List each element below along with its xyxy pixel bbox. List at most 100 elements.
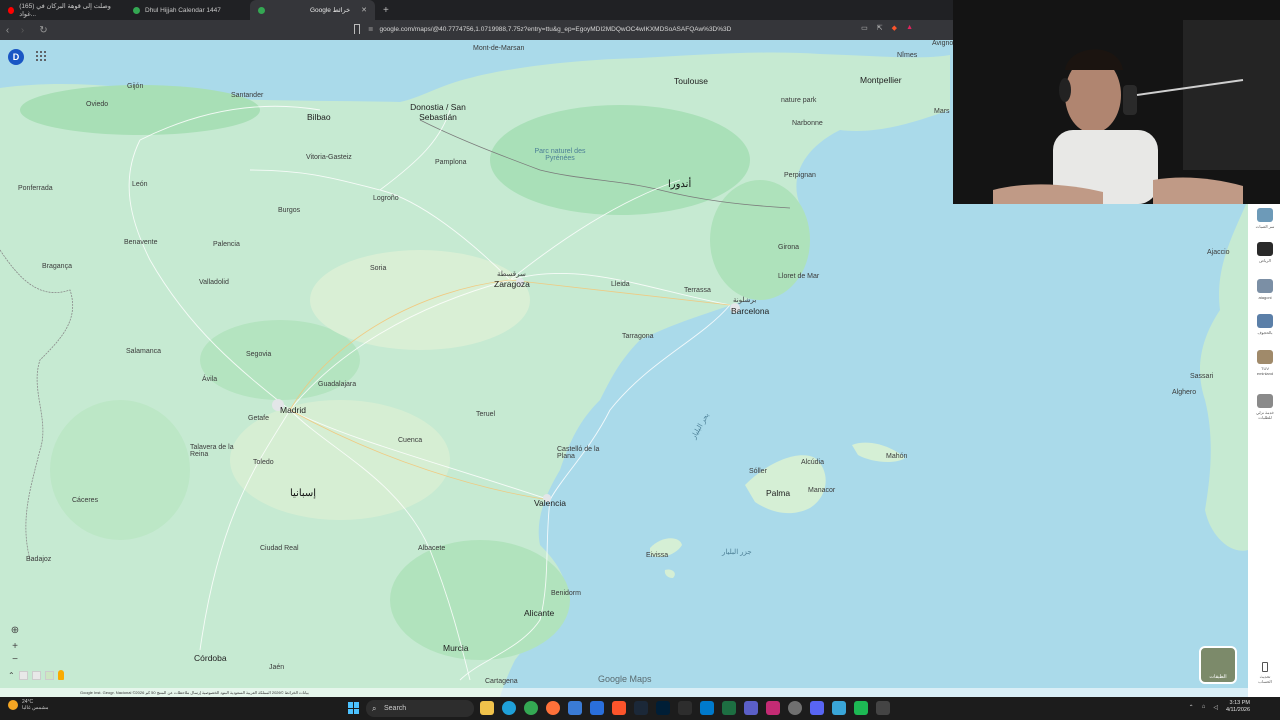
map-label[interactable]: Vitoria-Gasteiz [306,154,352,161]
side-panel-item[interactable]: atagoni [1254,279,1276,300]
map-label[interactable]: Mars [934,108,950,115]
map-label[interactable]: Albacete [418,545,445,552]
update-account-link[interactable]: تحديث الحساب [1254,662,1276,684]
map-label[interactable]: Toulouse [674,76,708,86]
excel-icon[interactable] [722,701,736,715]
map-label[interactable]: Badajoz [26,556,51,563]
map-label[interactable]: Tarragona [622,333,654,340]
teams-icon[interactable] [744,701,758,715]
map-label[interactable]: Cáceres [72,497,98,504]
weather-widget[interactable]: 24°C مشمس غالبا [8,699,49,711]
brave-shield-icon[interactable]: ◆ [892,24,897,32]
app-icon[interactable] [876,701,890,715]
map-label[interactable]: Guadalajara [318,381,356,388]
steam-icon[interactable] [634,701,648,715]
mail-icon[interactable] [590,701,604,715]
map-label[interactable]: Mahón [886,453,907,460]
map-label[interactable]: Nîmes [897,52,917,59]
side-panel-item[interactable]: سر الصبات [1254,208,1276,229]
map-label[interactable]: Soria [370,265,386,272]
side-panel-item[interactable]: TUV eminland [1254,350,1276,376]
map-label[interactable]: جزر البليار [722,548,752,556]
map-label[interactable]: Montpellier [860,75,902,85]
tab-calendar[interactable]: Dhul Hijjah Calendar 1447 [125,0,250,20]
traffic-layer-icon[interactable] [31,670,41,680]
map-label[interactable]: Segovia [246,351,271,358]
file-explorer-icon[interactable] [480,701,494,715]
map-label[interactable]: إسبانيا [290,488,316,499]
terminal-icon[interactable] [678,701,692,715]
expand-icon[interactable]: ⌃ [8,671,15,680]
map-label[interactable]: Parc naturel des Pyrénées [530,148,590,162]
brave-icon[interactable] [612,701,626,715]
layers-button[interactable]: الطبقات [1199,646,1237,684]
my-location-icon[interactable]: ⊕ [8,624,22,638]
map-label[interactable]: Talavera de la Reina [190,444,234,458]
map-label[interactable]: Burgos [278,207,300,214]
map-label[interactable]: Ciudad Real [260,545,299,552]
map-label[interactable]: سرقسطة [497,270,526,278]
map-label[interactable]: Ajaccio [1207,249,1230,256]
map-label[interactable]: Narbonne [792,120,823,127]
side-panel-item[interactable]: بالحجوف [1254,314,1276,335]
map-label[interactable]: Benidorm [551,590,581,597]
map-label[interactable]: Eivissa [646,552,668,559]
volume-icon[interactable]: ◁ [1213,704,1218,711]
map-label[interactable]: Sassari [1190,373,1213,380]
map-label[interactable]: Salamanca [126,348,161,355]
taskbar-search[interactable]: ⌕ Search [366,700,474,717]
map-label[interactable]: Benavente [124,239,157,246]
tray-chevron-icon[interactable]: ⌃ [1189,704,1194,711]
map-label[interactable]: Gijón [127,83,143,90]
photoshop-icon[interactable] [656,701,670,715]
back-icon[interactable]: ‹ [0,25,15,36]
map-label[interactable]: Bilbao [307,112,331,122]
map-label[interactable]: Valladolid [199,279,229,286]
map-label[interactable]: Alghero [1172,389,1196,396]
map-label[interactable]: Castelló de la Plana [557,446,601,460]
share-icon[interactable]: ⇱ [877,24,883,32]
new-tab-button[interactable]: + [375,5,389,16]
map-label[interactable]: Palencia [213,241,240,248]
map-label[interactable]: Mont-de-Marsan [473,45,524,52]
map-label[interactable]: Barcelona [731,306,769,316]
map-label[interactable]: Murcia [443,643,469,653]
tab-youtube[interactable]: (165) وصلت إلى قوهة البركان في غواد... [0,0,125,20]
apps-grid-icon[interactable] [36,51,46,61]
map-label[interactable]: Alicante [524,608,554,618]
map-label[interactable]: Cuenca [398,437,422,444]
account-avatar[interactable]: D [8,49,24,65]
store-icon[interactable] [568,701,582,715]
side-panel-item[interactable]: خدمة نزلي للطلبات [1254,394,1276,420]
map-label[interactable]: Manacor [808,487,835,494]
map-label[interactable]: برشلونة [733,296,756,304]
pegman-icon[interactable] [57,670,64,680]
map-label[interactable]: أندورا [668,179,691,190]
edge-icon[interactable] [502,701,516,715]
map-label[interactable]: nature park [781,97,816,104]
vscode-icon[interactable] [700,701,714,715]
map-label[interactable]: Lloret de Mar [778,273,819,280]
map-label[interactable]: León [132,181,148,188]
map-label[interactable]: Palma [766,488,790,498]
site-info-icon[interactable]: ≣ [368,24,373,36]
map-label[interactable]: Oviedo [86,101,108,108]
discord-icon[interactable] [810,701,824,715]
map-label[interactable]: Zaragoza [494,279,530,289]
map-label[interactable]: Pamplona [435,159,467,166]
side-panel-item[interactable]: الرياض [1254,242,1276,263]
map-label[interactable]: Lleida [611,281,630,288]
map-label[interactable]: Sóller [749,468,767,475]
map-label[interactable]: Santander [231,92,263,99]
url-field[interactable]: ≣ google.com/maps/@40.7774756,1.0719988,… [368,24,908,36]
map-label[interactable]: Cartagena [485,678,518,685]
map-label[interactable]: Donostia / San Sebastián [408,102,468,122]
app-icon[interactable] [854,701,868,715]
map-label[interactable]: Logroño [373,195,399,202]
map-label[interactable]: Valencia [534,498,566,508]
clock[interactable]: 3:13 PM 4/11/2026 [1226,700,1250,714]
map-label[interactable]: Perpignan [784,172,816,179]
close-tab-icon[interactable]: ✕ [361,6,367,14]
tab-google-maps[interactable]: Google خرائط ✕ [250,0,375,20]
map-label[interactable]: Girona [778,244,799,251]
